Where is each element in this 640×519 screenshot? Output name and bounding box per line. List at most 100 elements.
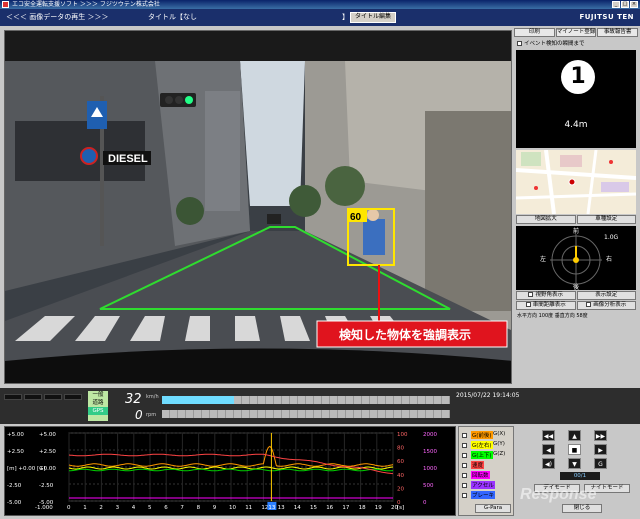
volume-icon[interactable]: ◀) bbox=[542, 458, 555, 469]
speed-axis-label: 20 bbox=[397, 486, 404, 492]
checkbox-icon[interactable] bbox=[462, 432, 467, 438]
rpm-axis-label: 2000 bbox=[423, 432, 437, 438]
x-tick-label: 4 bbox=[132, 505, 136, 511]
legend-label: アクセル bbox=[471, 481, 495, 489]
rpm-axis-label: 1500 bbox=[423, 449, 437, 455]
dashcam-frame: DIESEL 60 検知した物体を強調表示 bbox=[5, 31, 511, 383]
map-zoom-button[interactable]: 地図拡大 bbox=[516, 215, 576, 224]
x-tick-label: 6 bbox=[164, 505, 168, 511]
map-graphic bbox=[516, 150, 636, 214]
g-param-button[interactable]: G-Para bbox=[475, 504, 511, 513]
graph-canvas: +5.00 +5.00+2.50 +2.50[m] +0.00 [G]+0.00-2… bbox=[7, 432, 437, 511]
checkbox-icon[interactable] bbox=[462, 452, 467, 458]
maximize-icon[interactable]: □ bbox=[621, 1, 629, 8]
minimize-icon[interactable]: _ bbox=[612, 1, 620, 8]
stop-icon[interactable]: ■ bbox=[568, 444, 581, 455]
display-options-2: 車間距離表示 画像分析表示 bbox=[516, 301, 636, 310]
x-tick-label: 10 bbox=[229, 505, 236, 511]
legend-item[interactable]: G(前後) bbox=[462, 431, 493, 439]
image-analysis-toggle[interactable]: 画像分析表示 bbox=[576, 301, 636, 310]
legend-extra-item[interactable]: G(Z) bbox=[493, 451, 505, 457]
checkbox-icon[interactable] bbox=[517, 41, 522, 46]
up-icon[interactable]: ▲ bbox=[568, 430, 581, 441]
map-view[interactable] bbox=[516, 150, 636, 214]
legend-extra-item[interactable]: G(X) bbox=[493, 431, 505, 437]
rpm-unit: rpm bbox=[146, 412, 157, 418]
step-back-icon[interactable]: ◀ bbox=[542, 444, 555, 455]
recording-title-close: 】 bbox=[342, 13, 349, 21]
g-button[interactable]: G bbox=[594, 458, 607, 469]
right-panel: 印刷 マイノート登録 事故報告書 イベント検知の瞬間まで 1 4.4m 地図拡大… bbox=[514, 28, 639, 388]
edit-title-button[interactable]: タイトル編集 bbox=[350, 12, 397, 23]
display-options-1: 視野角表示 表示設定 bbox=[516, 291, 636, 300]
compass-left: 左 bbox=[540, 256, 547, 263]
rewind-icon[interactable]: ◀◀ bbox=[542, 430, 555, 441]
brand-logo: FUJITSU TEN bbox=[579, 13, 634, 21]
down-icon[interactable]: ▼ bbox=[568, 458, 581, 469]
compass-front: 前 bbox=[573, 228, 580, 235]
checkbox-icon[interactable] bbox=[462, 462, 467, 468]
fast-forward-icon[interactable]: ▶▶ bbox=[594, 430, 607, 441]
left-axis2-label: -2.50 bbox=[39, 483, 54, 489]
checkbox-icon[interactable] bbox=[462, 482, 467, 488]
turn-indicator: 1 4.4m bbox=[516, 50, 636, 148]
play-icon[interactable]: ▶ bbox=[594, 444, 607, 455]
my-note-button[interactable]: マイノート登録 bbox=[555, 28, 597, 37]
timestamp: 2015/07/22 19:14:05 bbox=[456, 392, 520, 399]
x-tick-label: 2 bbox=[99, 505, 103, 511]
left-axis-bottom: -1.000 bbox=[35, 505, 53, 511]
g-compass: 前 左 右 後 1.0G bbox=[516, 226, 636, 291]
legend-extra-item[interactable]: G(Y) bbox=[493, 441, 505, 447]
left-axis-label: -2.50 bbox=[7, 483, 22, 489]
left-axis2-label: +0.00 bbox=[39, 466, 56, 472]
video-player[interactable]: DIESEL 60 検知した物体を強調表示 bbox=[4, 30, 512, 384]
watermark: Response bbox=[520, 486, 597, 503]
legend-item[interactable]: 回転数 bbox=[462, 471, 490, 479]
section-title: ＜＜＜ 画像データの再生 ＞＞＞ bbox=[6, 13, 109, 21]
distance-toggle[interactable]: 車間距離表示 bbox=[516, 301, 576, 310]
legend-item[interactable]: G(上下) bbox=[462, 451, 493, 459]
left-axis2-label: +2.50 bbox=[39, 449, 56, 455]
checkbox-icon[interactable] bbox=[462, 492, 467, 498]
turn-distance: 4.4m bbox=[564, 120, 588, 130]
frame-counter: 00/1 bbox=[560, 472, 600, 480]
rpm-axis-label: 1000 bbox=[423, 466, 437, 472]
accident-report-button[interactable]: 事故報告書 bbox=[597, 28, 639, 37]
x-tick-label: 13 bbox=[278, 505, 285, 511]
checkbox-icon[interactable] bbox=[462, 472, 467, 478]
speed-axis-label: 100 bbox=[397, 432, 408, 438]
window-title: エコ安全運転支援ソフト ＞＞＞ フジツウテン株式会社 bbox=[12, 1, 160, 8]
legend-label: G(左右) bbox=[471, 441, 493, 449]
x-unit: [s] bbox=[397, 505, 404, 511]
legend-label: 速度 bbox=[471, 461, 485, 469]
x-tick-label: 11 bbox=[245, 505, 252, 511]
sensor-graph[interactable]: +5.00 +5.00 +2.50 +2.50 [m] +0.00 [G] +0.00 -2… bbox=[4, 426, 456, 516]
event-option[interactable]: イベント検知の瞬間まで bbox=[514, 39, 638, 47]
legend-item[interactable]: アクセル bbox=[462, 481, 495, 489]
print-button[interactable]: 印刷 bbox=[514, 28, 555, 37]
display-settings-button[interactable]: 表示設定 bbox=[576, 291, 636, 300]
legend-item[interactable]: ブレーキ bbox=[462, 491, 496, 499]
checkbox-icon[interactable] bbox=[462, 442, 467, 448]
window-controls: _ □ × bbox=[612, 1, 638, 8]
speed-value: 32 bbox=[125, 392, 142, 407]
x-tick-label: 18 bbox=[359, 505, 366, 511]
close-button[interactable]: 閉じる bbox=[562, 504, 602, 513]
action-tabs: 印刷 マイノート登録 事故報告書 bbox=[514, 28, 639, 37]
view-angle-toggle[interactable]: 視野角表示 bbox=[516, 291, 576, 300]
left-axis-label: +2.50 bbox=[7, 449, 24, 455]
legend-item[interactable]: G(左右) bbox=[462, 441, 493, 449]
x-tick-label: 19 bbox=[375, 505, 382, 511]
x-tick-label: 5 bbox=[148, 505, 152, 511]
x-tick-label: 0 bbox=[67, 505, 71, 511]
legend-item[interactable]: 速度 bbox=[462, 461, 485, 469]
vehicle-setting-button[interactable]: 車種設定 bbox=[576, 215, 636, 224]
status-lamps bbox=[4, 394, 82, 400]
compass-right: 右 bbox=[606, 256, 613, 263]
detection-value: 60 bbox=[350, 212, 362, 223]
x-tick-label: 3 bbox=[116, 505, 120, 511]
x-tick-label: 15 bbox=[310, 505, 317, 511]
rpm-axis-label: 500 bbox=[423, 483, 434, 489]
close-window-icon[interactable]: × bbox=[630, 1, 638, 8]
legend-label: ブレーキ bbox=[471, 491, 496, 499]
